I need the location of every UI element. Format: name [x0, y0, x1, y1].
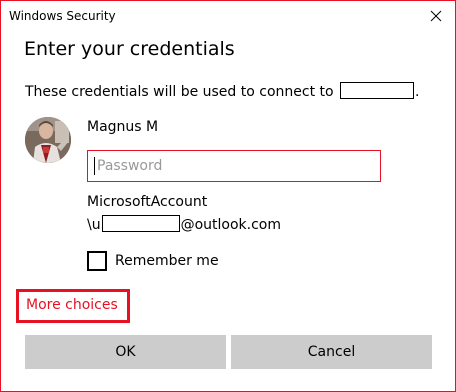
- remember-me-label[interactable]: Remember me: [115, 253, 219, 269]
- text-caret: [94, 157, 95, 175]
- remember-me-checkbox[interactable]: [87, 251, 107, 271]
- cancel-button[interactable]: Cancel: [231, 335, 432, 369]
- connect-description: These credentials will be used to connec…: [25, 82, 419, 100]
- redacted-email: [101, 215, 180, 232]
- username: Magnus M: [87, 119, 159, 135]
- account-suffix: @outlook.com: [180, 217, 281, 233]
- credentials-dialog: Windows Security Enter your credentials …: [0, 0, 456, 392]
- account-type: MicrosoftAccount: [87, 194, 208, 210]
- ok-button[interactable]: OK: [25, 335, 226, 369]
- redacted-host: [340, 82, 415, 99]
- account-prefix: \u: [87, 217, 101, 233]
- close-button[interactable]: [427, 7, 445, 25]
- account-email: \u @outlook.com: [87, 215, 281, 233]
- description-suffix: .: [415, 84, 420, 100]
- description-text: These credentials will be used to connec…: [25, 84, 334, 100]
- avatar-icon: [25, 117, 71, 163]
- password-input[interactable]: [87, 150, 381, 182]
- dialog-heading: Enter your credentials: [24, 38, 235, 60]
- more-choices-link[interactable]: More choices: [26, 297, 118, 313]
- window-title: Windows Security: [9, 9, 116, 23]
- title-bar: Windows Security: [1, 1, 455, 33]
- close-icon: [430, 10, 442, 22]
- user-avatar: [25, 117, 71, 163]
